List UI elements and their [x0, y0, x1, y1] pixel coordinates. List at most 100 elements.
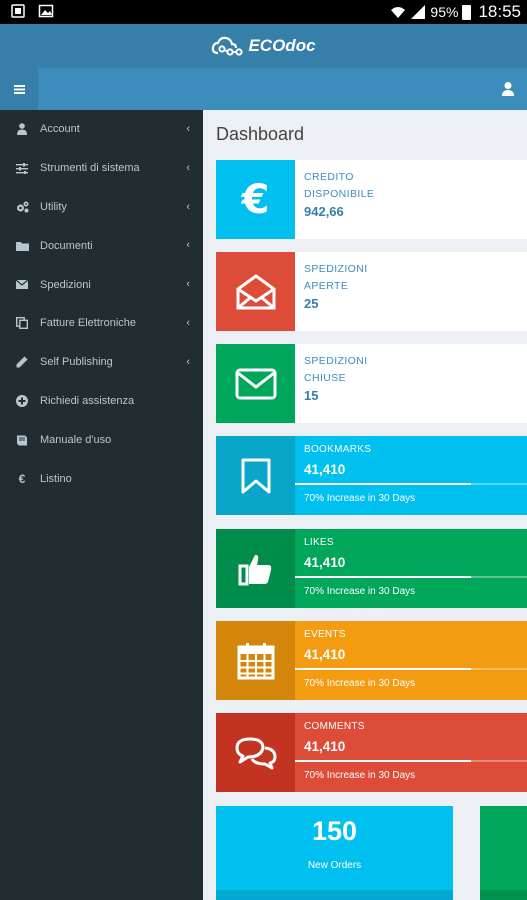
sidebar-item-spedizioni[interactable]: Spedizioni ‹	[0, 265, 203, 304]
status-bar: 95% 18:55	[0, 0, 527, 24]
info-box-label: SPEDIZIONI CHIUSE	[304, 353, 384, 387]
euro-icon: €	[18, 471, 26, 486]
sidebar-item-label: Account	[40, 123, 80, 136]
sidebar-item-account[interactable]: Account ‹	[0, 110, 203, 149]
wifi-icon	[391, 7, 406, 18]
info-box-spedizioni-aperte[interactable]: SPEDIZIONI APERTE 25	[216, 252, 527, 331]
progress-bar	[295, 668, 527, 670]
pencil-icon	[15, 355, 29, 369]
info-box-value: 15	[304, 388, 319, 403]
app-notification-icon	[11, 4, 25, 18]
small-box-footer-link[interactable]	[216, 890, 453, 900]
sidebar-item-label: Strumenti di sistema	[40, 162, 140, 175]
info-box-label: SPEDIZIONI APERTE	[304, 261, 384, 295]
stat-box-label: EVENTS	[304, 629, 346, 640]
sidebar-item-richiedi-assistenza[interactable]: Richiedi assistenza	[0, 382, 203, 421]
signal-icon	[411, 5, 426, 19]
small-box-footer-link[interactable]	[480, 890, 527, 900]
sidebar: Account ‹ Strumenti di sistema ‹ Utility…	[0, 110, 203, 900]
cogs-icon	[15, 200, 29, 214]
user-menu-icon[interactable]	[501, 81, 515, 97]
stat-box-label: BOOKMARKS	[304, 444, 372, 455]
small-box-value: 150	[311, 816, 358, 846]
info-box-label-line1: SPEDIZIONI	[304, 355, 368, 367]
battery-icon	[462, 4, 472, 20]
stat-box-value: 41,410	[304, 555, 346, 570]
thumbs-up-icon	[216, 529, 295, 608]
bookmark-icon	[216, 436, 295, 515]
stat-box-label: COMMENTS	[304, 721, 365, 732]
sidebar-item-documenti[interactable]: Documenti ‹	[0, 226, 203, 265]
brand-name: ECOdoc	[248, 36, 316, 55]
info-box-label-line2: CHIUSE	[304, 372, 347, 384]
progress-fill	[295, 483, 471, 485]
progress-bar	[295, 576, 527, 578]
info-box-label-line2: DISPONIBILE	[304, 188, 375, 200]
sidebar-item-label: Fatture Elettroniche	[40, 317, 136, 330]
stat-box-value: 41,410	[304, 739, 346, 754]
euro-icon: €	[216, 160, 295, 239]
sliders-icon	[15, 161, 29, 175]
stat-box-comments[interactable]: COMMENTS 41,410 70% Increase in 30 Days	[216, 713, 527, 792]
envelope-icon	[216, 344, 295, 423]
book-icon	[15, 433, 29, 447]
stat-box-description: 70% Increase in 30 Days	[304, 586, 416, 597]
sidebar-item-label: Utility	[40, 200, 67, 213]
hamburger-icon	[13, 84, 25, 94]
copy-icon	[15, 316, 29, 330]
sidebar-item-manuale-uso[interactable]: Manuale d'uso	[0, 420, 203, 459]
small-box-secondary[interactable]	[480, 806, 527, 900]
cloud-logo-icon	[212, 36, 244, 56]
stat-box-likes[interactable]: LIKES 41,410 70% Increase in 30 Days	[216, 529, 527, 608]
progress-fill	[295, 668, 471, 670]
info-box-label-line1: CREDITO	[304, 171, 354, 183]
chevron-left-icon: ‹	[186, 200, 190, 213]
sidebar-item-label: Listino	[40, 472, 72, 485]
sidebar-item-label: Self Publishing	[40, 356, 113, 369]
sidebar-item-label: Spedizioni	[40, 278, 91, 291]
progress-fill	[295, 760, 471, 762]
envelope-open-icon	[216, 252, 295, 331]
page-title: Dashboard	[216, 124, 305, 144]
sidebar-item-listino[interactable]: € Listino	[0, 459, 203, 498]
chevron-left-icon: ‹	[186, 123, 190, 135]
envelope-icon	[15, 278, 29, 292]
sidebar-item-fatture-elettroniche[interactable]: Fatture Elettroniche ‹	[0, 304, 203, 343]
small-box-new-orders[interactable]: 150 New Orders	[216, 806, 453, 900]
stat-box-value: 41,410	[304, 647, 346, 662]
chevron-left-icon: ‹	[186, 316, 190, 329]
folder-icon	[15, 239, 29, 253]
sidebar-item-self-publishing[interactable]: Self Publishing ‹	[0, 343, 203, 382]
small-box-label: New Orders	[307, 860, 362, 871]
app-header: ECOdoc	[0, 24, 527, 68]
battery-percentage: 95%	[430, 4, 459, 20]
stat-box-description: 70% Increase in 30 Days	[304, 770, 416, 781]
sidebar-item-label: Manuale d'uso	[40, 433, 112, 446]
chevron-left-icon: ‹	[186, 278, 190, 291]
calendar-icon	[216, 621, 295, 700]
chevron-left-icon: ‹	[186, 355, 190, 368]
chevron-left-icon: ‹	[186, 239, 190, 252]
stat-box-description: 70% Increase in 30 Days	[304, 493, 416, 504]
stat-box-events[interactable]: EVENTS 41,410 70% Increase in 30 Days	[216, 621, 527, 700]
brand-logo[interactable]: ECOdoc	[211, 35, 316, 57]
stat-box-value: 41,410	[304, 462, 346, 477]
sidebar-item-utility[interactable]: Utility ‹	[0, 188, 203, 227]
clock: 18:55	[478, 2, 521, 21]
image-notification-icon	[38, 4, 54, 18]
plus-circle-icon	[15, 394, 29, 408]
sidebar-item-strumenti-di-sistema[interactable]: Strumenti di sistema ‹	[0, 149, 203, 188]
sidebar-toggle-button[interactable]	[0, 68, 38, 110]
stat-box-label: LIKES	[304, 537, 334, 548]
info-box-label-line1: SPEDIZIONI	[304, 263, 368, 275]
top-navbar	[0, 68, 527, 110]
stat-box-bookmarks[interactable]: BOOKMARKS 41,410 70% Increase in 30 Days	[216, 436, 527, 515]
info-box-value: 25	[304, 296, 319, 311]
info-box-value: 942,66	[304, 204, 344, 219]
info-box-credito[interactable]: € CREDITO DISPONIBILE 942,66	[216, 160, 527, 239]
sidebar-item-label: Richiedi assistenza	[40, 394, 135, 407]
info-box-spedizioni-chiuse[interactable]: SPEDIZIONI CHIUSE 15	[216, 344, 527, 423]
progress-bar	[295, 760, 527, 762]
stat-box-description: 70% Increase in 30 Days	[304, 678, 416, 689]
sidebar-item-label: Documenti	[40, 239, 93, 252]
